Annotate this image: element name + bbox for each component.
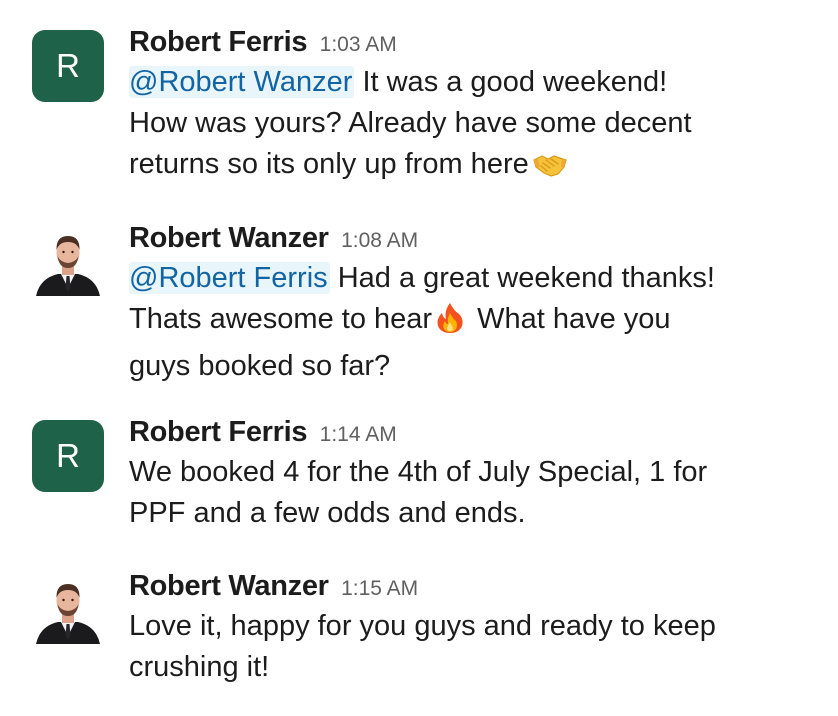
sender-name[interactable]: Robert Wanzer: [129, 570, 329, 602]
message-text-segment: guys booked so far?: [129, 350, 391, 382]
user-mention[interactable]: @Robert Ferris: [129, 262, 330, 294]
avatar[interactable]: [32, 226, 104, 298]
message-header: Robert Ferris 1:14 AM: [129, 414, 819, 450]
message-content: Robert Ferris 1:03 AM @Robert Wanzer It …: [129, 24, 819, 191]
sender-name[interactable]: Robert Wanzer: [129, 222, 329, 254]
message-text: We booked 4 for the 4th of July Special,…: [129, 452, 819, 534]
timestamp[interactable]: 1:03 AM: [320, 33, 397, 56]
message-text-segment: crushing it!: [129, 651, 270, 683]
message-text: @Robert Wanzer It was a good weekend! Ho…: [129, 62, 819, 191]
message-text-segment: We booked 4 for the 4th of July Special,…: [129, 456, 708, 488]
message-header: Robert Wanzer 1:08 AM: [129, 220, 819, 256]
message-text-segment: Love it, happy for you guys and ready to…: [129, 610, 716, 642]
user-mention[interactable]: @Robert Wanzer: [129, 66, 355, 98]
avatar-initial: R: [56, 47, 80, 84]
timestamp[interactable]: 1:15 AM: [341, 577, 418, 600]
message-header: Robert Wanzer 1:15 AM: [129, 568, 819, 604]
message-content: Robert Ferris 1:14 AM We booked 4 for th…: [129, 414, 819, 534]
avatar[interactable]: R: [32, 420, 104, 492]
fire-emoji-icon: [435, 302, 465, 346]
message-content: Robert Wanzer 1:08 AM @Robert Ferris Had…: [129, 220, 819, 387]
message-text-segment: It was a good weekend!: [354, 66, 668, 98]
message-text-segment: PPF and a few odds and ends.: [129, 497, 526, 529]
sender-name[interactable]: Robert Ferris: [129, 416, 308, 448]
avatar[interactable]: [32, 574, 104, 646]
message-text-segment: returns so its only up from here: [129, 148, 529, 180]
message-text: Love it, happy for you guys and ready to…: [129, 606, 819, 688]
sender-name[interactable]: Robert Ferris: [129, 26, 308, 58]
message-header: Robert Ferris 1:03 AM: [129, 24, 819, 60]
message-feed: R Robert Ferris 1:03 AM @Robert Wanzer I…: [0, 0, 838, 716]
message-text-segment: What have you: [469, 303, 671, 335]
message-content: Robert Wanzer 1:15 AM Love it, happy for…: [129, 568, 819, 688]
handshake-emoji-icon: [532, 150, 568, 191]
avatar-initial: R: [56, 437, 80, 474]
avatar[interactable]: R: [32, 30, 104, 102]
message-text-segment: Thats awesome to hear: [129, 303, 433, 335]
message-text-segment: Had a great weekend thanks!: [329, 262, 715, 294]
timestamp[interactable]: 1:08 AM: [341, 229, 418, 252]
timestamp[interactable]: 1:14 AM: [320, 423, 397, 446]
message-text: @Robert Ferris Had a great weekend thank…: [129, 258, 819, 387]
message-text-segment: How was yours? Already have some decent: [129, 107, 692, 139]
